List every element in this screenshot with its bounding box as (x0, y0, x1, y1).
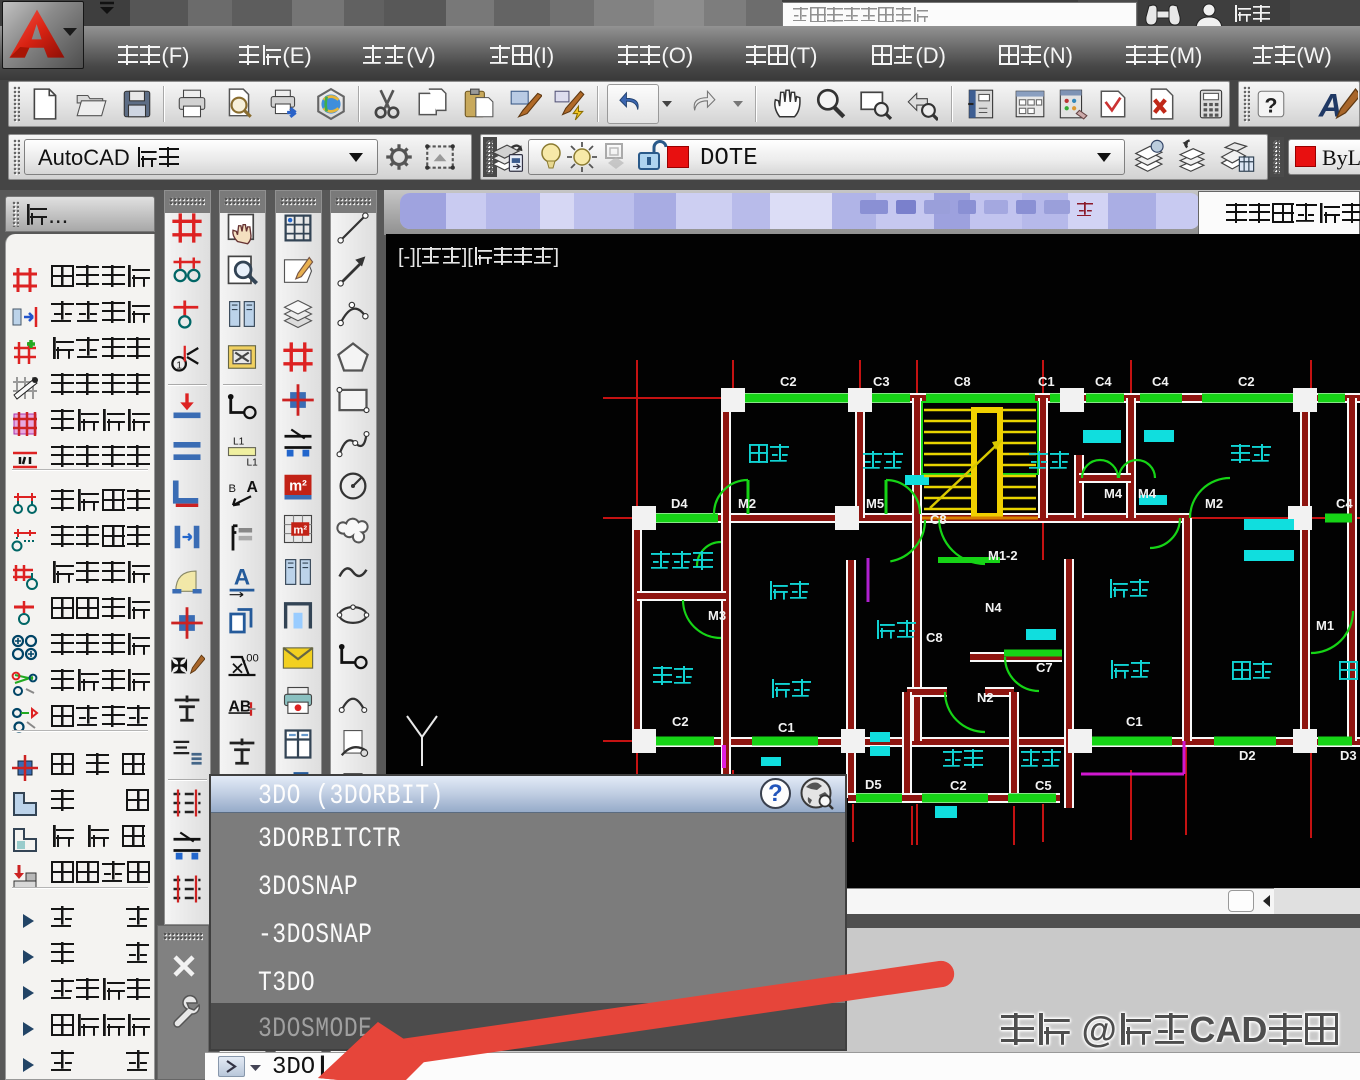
svg-text:.00: .00 (243, 653, 259, 665)
svg-text:A: A (234, 565, 250, 590)
svg-text:L1: L1 (233, 436, 245, 447)
svg-text:A: A (1318, 88, 1342, 124)
svg-text:1: 1 (176, 360, 182, 371)
svg-text:m²: m² (289, 479, 307, 495)
svg-text:B: B (229, 483, 237, 495)
svg-text:?: ? (1265, 94, 1278, 118)
svg-text:m²: m² (293, 525, 307, 537)
svg-text:✠: ✠ (171, 656, 188, 678)
svg-text:AB: AB (229, 698, 252, 715)
svg-text:L1: L1 (247, 458, 259, 469)
svg-text:A: A (247, 479, 258, 496)
